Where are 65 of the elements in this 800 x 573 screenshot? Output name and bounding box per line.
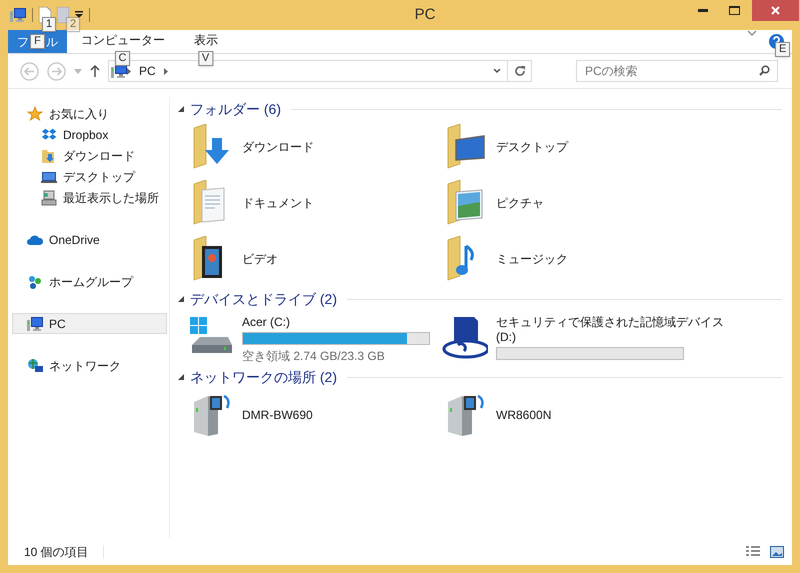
sidebar-item[interactable]: ホームグループ	[12, 271, 167, 292]
breadcrumb[interactable]: PC	[139, 62, 156, 80]
folder-label[interactable]: デスクトップ	[496, 138, 568, 156]
minimize-icon	[698, 9, 708, 12]
close-button[interactable]	[752, 0, 799, 21]
dropbox-icon	[41, 126, 57, 142]
computer-icon	[111, 63, 127, 79]
free-space-text: 空き領域 2.74 GB/23.3 GB	[242, 348, 386, 365]
folder-label[interactable]: ダウンロード	[242, 138, 314, 156]
collapse-icon	[178, 374, 184, 380]
sidebar-item[interactable]: お気に入り	[12, 103, 167, 124]
computer-icon	[41, 190, 57, 206]
up-arrow-icon[interactable]	[90, 65, 100, 77]
chevron-right-icon	[164, 68, 168, 74]
circles-icon	[27, 274, 43, 290]
dropdown-icon[interactable]	[75, 11, 83, 19]
refresh-icon[interactable]	[514, 65, 526, 77]
address-bar[interactable]: PC	[108, 60, 532, 82]
computer-icon	[27, 316, 43, 332]
chevron-right-icon	[127, 68, 131, 74]
keytip: V	[198, 51, 214, 66]
globe-icon	[27, 358, 43, 374]
keytip: 1	[42, 17, 56, 32]
keytip: C	[114, 51, 130, 66]
sidebar-item[interactable]: デスクトップ	[12, 166, 167, 187]
device-label[interactable]: DMR-BW690	[242, 406, 313, 424]
drive-label[interactable]: セキュリティで保護された記憶域デバイス	[496, 315, 724, 330]
details-view-icon[interactable]	[746, 546, 760, 558]
sidebar-item[interactable]: 最近表示した場所	[12, 187, 167, 208]
drive-label[interactable]: (D:)	[496, 330, 724, 345]
keytip: F	[30, 34, 45, 49]
drive-label[interactable]: Acer (C:)	[242, 315, 430, 330]
sidebar-item[interactable]: OneDrive	[12, 229, 167, 250]
device-label[interactable]: WR8600N	[496, 406, 552, 424]
star-icon	[27, 106, 43, 122]
folder-label[interactable]: ビデオ	[242, 250, 278, 268]
status-text: 10 個の項目	[24, 544, 89, 560]
keytip: E	[775, 42, 790, 57]
large-icons-view-icon[interactable]	[770, 546, 784, 558]
ribbon-tab[interactable]: コンピューター	[68, 30, 178, 50]
folder-label[interactable]: ドキュメント	[242, 194, 314, 212]
file-tab[interactable]: フ F ル	[8, 30, 67, 53]
ribbon-tab[interactable]: 表示	[181, 30, 231, 50]
sidebar-item[interactable]: PC	[12, 313, 167, 334]
section-header[interactable]: フォルダー (6)	[178, 99, 782, 119]
download-icon	[41, 148, 57, 164]
folder-label[interactable]: ピクチャ	[496, 194, 544, 212]
collapse-icon	[178, 296, 184, 302]
section-header[interactable]: ネットワークの場所 (2)	[178, 367, 782, 387]
window-title: PC	[414, 4, 436, 25]
sd-card-icon[interactable]	[442, 315, 488, 361]
sidebar-item[interactable]: ネットワーク	[12, 355, 167, 376]
computer-icon[interactable]	[10, 7, 26, 23]
section-header[interactable]: デバイスとドライブ (2)	[178, 289, 782, 309]
maximize-icon	[728, 6, 740, 15]
close-icon	[771, 6, 780, 15]
sidebar-item[interactable]: ダウンロード	[12, 145, 167, 166]
collapse-icon	[178, 106, 184, 112]
folder-label[interactable]: ミュージック	[496, 250, 568, 268]
tab-label: ル	[46, 34, 58, 50]
tab-label: フ	[17, 34, 30, 50]
search-field[interactable]: PCの検索	[576, 60, 778, 82]
search-icon	[759, 65, 770, 76]
chevron-down-icon[interactable]	[493, 68, 501, 74]
sidebar-item[interactable]: Dropbox	[12, 124, 167, 145]
